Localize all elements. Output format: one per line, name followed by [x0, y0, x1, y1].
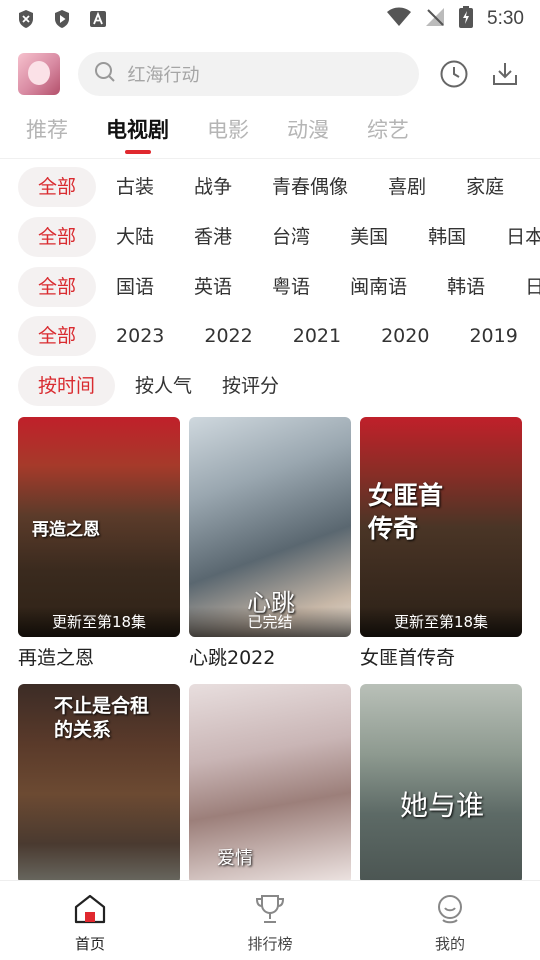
filter-chip[interactable]: 2020 [381, 316, 429, 356]
filter-chip[interactable]: 家庭 [466, 167, 504, 207]
filter-chip-selected[interactable]: 全部 [18, 316, 97, 356]
poster-image[interactable]: 不止是合租的关系 [18, 684, 180, 884]
poster-title-art: 再造之恩 [32, 520, 100, 540]
tab-movies[interactable]: 电影 [207, 108, 249, 156]
download-icon[interactable] [488, 57, 522, 91]
nav-home[interactable]: 首页 [0, 881, 180, 960]
play-shield-icon [52, 9, 72, 29]
poster-title-art: 女匪首传奇 [368, 481, 444, 543]
search-bar[interactable]: 红海行动 [77, 52, 419, 96]
drama-title[interactable]: 再造之恩 [18, 643, 180, 670]
filter-chip[interactable]: 闽南语 [350, 267, 407, 307]
filter-chip[interactable]: 2023 [116, 316, 164, 356]
filter-chip-selected[interactable]: 全部 [18, 167, 97, 207]
poster-title-art: 不止是合租的关系 [54, 695, 150, 741]
filter-chip[interactable]: 美国 [350, 217, 388, 257]
battery-charging-icon [459, 6, 474, 32]
tab-variety[interactable]: 综艺 [367, 108, 409, 156]
status-bar: 5:30 [0, 0, 540, 38]
tab-tv-series[interactable]: 电视剧 [106, 108, 169, 156]
sort-chip[interactable]: 按人气 [135, 366, 192, 406]
filter-chip[interactable]: 喜剧 [388, 167, 426, 207]
poster-image[interactable]: 再造之恩 更新至第18集 [18, 417, 180, 637]
filter-chip[interactable]: 古装 [116, 167, 154, 207]
trophy-icon [253, 893, 287, 929]
filter-chip[interactable]: 台湾 [272, 217, 310, 257]
filter-chip[interactable]: 青春偶像 [272, 167, 348, 207]
search-placeholder: 红海行动 [127, 65, 200, 86]
profile-icon [433, 893, 467, 929]
no-signal-icon [425, 7, 445, 31]
home-icon [73, 893, 107, 929]
filter-chip[interactable]: 英语 [194, 267, 232, 307]
a-box-icon [88, 9, 108, 29]
filter-chip[interactable]: 韩语 [447, 267, 485, 307]
filter-chip[interactable]: 韩国 [428, 217, 466, 257]
nav-ranking[interactable]: 排行榜 [180, 881, 360, 960]
filter-chip[interactable]: 国语 [116, 267, 154, 307]
filter-row-region: 全部 大陆 香港 台湾 美国 韩国 日本 [0, 217, 540, 257]
episode-badge: 已完结 [189, 607, 351, 637]
bottom-navigation: 首页 排行榜 我的 [0, 880, 540, 960]
filter-chip[interactable]: 2021 [293, 316, 341, 356]
episode-badge: 更新至第18集 [360, 607, 522, 637]
filter-row-language: 全部 国语 英语 粤语 闽南语 韩语 日 [0, 267, 540, 307]
filter-row-genre: 全部 古装 战争 青春偶像 喜剧 家庭 [0, 167, 540, 207]
drama-title[interactable]: 心跳2022 [189, 643, 351, 670]
poster-title-art: 爱情 [217, 848, 253, 869]
drama-card[interactable]: 她与谁 [360, 684, 522, 884]
filter-chip[interactable]: 2022 [204, 316, 252, 356]
nav-label: 排行榜 [247, 935, 293, 953]
drama-card[interactable]: 心跳 已完结 心跳2022 [189, 417, 351, 670]
poster-title-art: 她与谁 [400, 789, 485, 822]
poster-image[interactable]: 女匪首传奇 更新至第18集 [360, 417, 522, 637]
drama-card[interactable]: 爱情 [189, 684, 351, 884]
filter-chip[interactable]: 香港 [194, 217, 232, 257]
filter-chip-selected[interactable]: 全部 [18, 217, 97, 257]
active-tab-indicator [124, 150, 151, 154]
drama-card[interactable]: 再造之恩 更新至第18集 再造之恩 [18, 417, 180, 670]
nav-profile[interactable]: 我的 [360, 881, 540, 960]
episode-badge: 更新至第18集 [18, 607, 180, 637]
poster-image[interactable]: 心跳 已完结 [189, 417, 351, 637]
nav-label: 首页 [74, 935, 105, 953]
sort-chip[interactable]: 按评分 [222, 366, 279, 406]
poster-image[interactable]: 她与谁 [360, 684, 522, 884]
search-icon [94, 61, 116, 87]
filter-chip[interactable]: 战争 [194, 167, 232, 207]
filter-chip-selected[interactable]: 全部 [18, 267, 97, 307]
filter-row-sort: 按时间 按人气 按评分 [0, 366, 540, 406]
history-icon[interactable] [437, 57, 471, 91]
tab-anime[interactable]: 动漫 [287, 108, 329, 156]
wifi-icon [387, 7, 412, 31]
filter-chip[interactable]: 大陆 [116, 217, 154, 257]
avatar[interactable] [18, 53, 60, 95]
sort-chip-selected[interactable]: 按时间 [18, 366, 116, 406]
drama-title[interactable]: 女匪首传奇 [360, 643, 522, 670]
drama-card[interactable]: 不止是合租的关系 [18, 684, 180, 884]
filter-chip[interactable]: 日本 [506, 217, 540, 257]
filter-row-year: 全部 2023 2022 2021 2020 2019 [0, 316, 540, 356]
clock-time: 5:30 [487, 8, 524, 29]
category-tabs: 推荐 电视剧 电影 动漫 综艺 [0, 108, 540, 156]
filter-chip[interactable]: 粤语 [272, 267, 310, 307]
poster-image[interactable]: 爱情 [189, 684, 351, 884]
tab-recommend[interactable]: 推荐 [26, 108, 68, 156]
drama-card[interactable]: 女匪首传奇 更新至第18集 女匪首传奇 [360, 417, 522, 670]
filter-chip[interactable]: 2019 [469, 316, 517, 356]
header-divider [0, 158, 540, 159]
filter-chip[interactable]: 日 [525, 267, 540, 307]
top-header: 红海行动 [0, 48, 540, 100]
nav-label: 我的 [434, 935, 465, 953]
shield-x-icon [16, 9, 36, 29]
